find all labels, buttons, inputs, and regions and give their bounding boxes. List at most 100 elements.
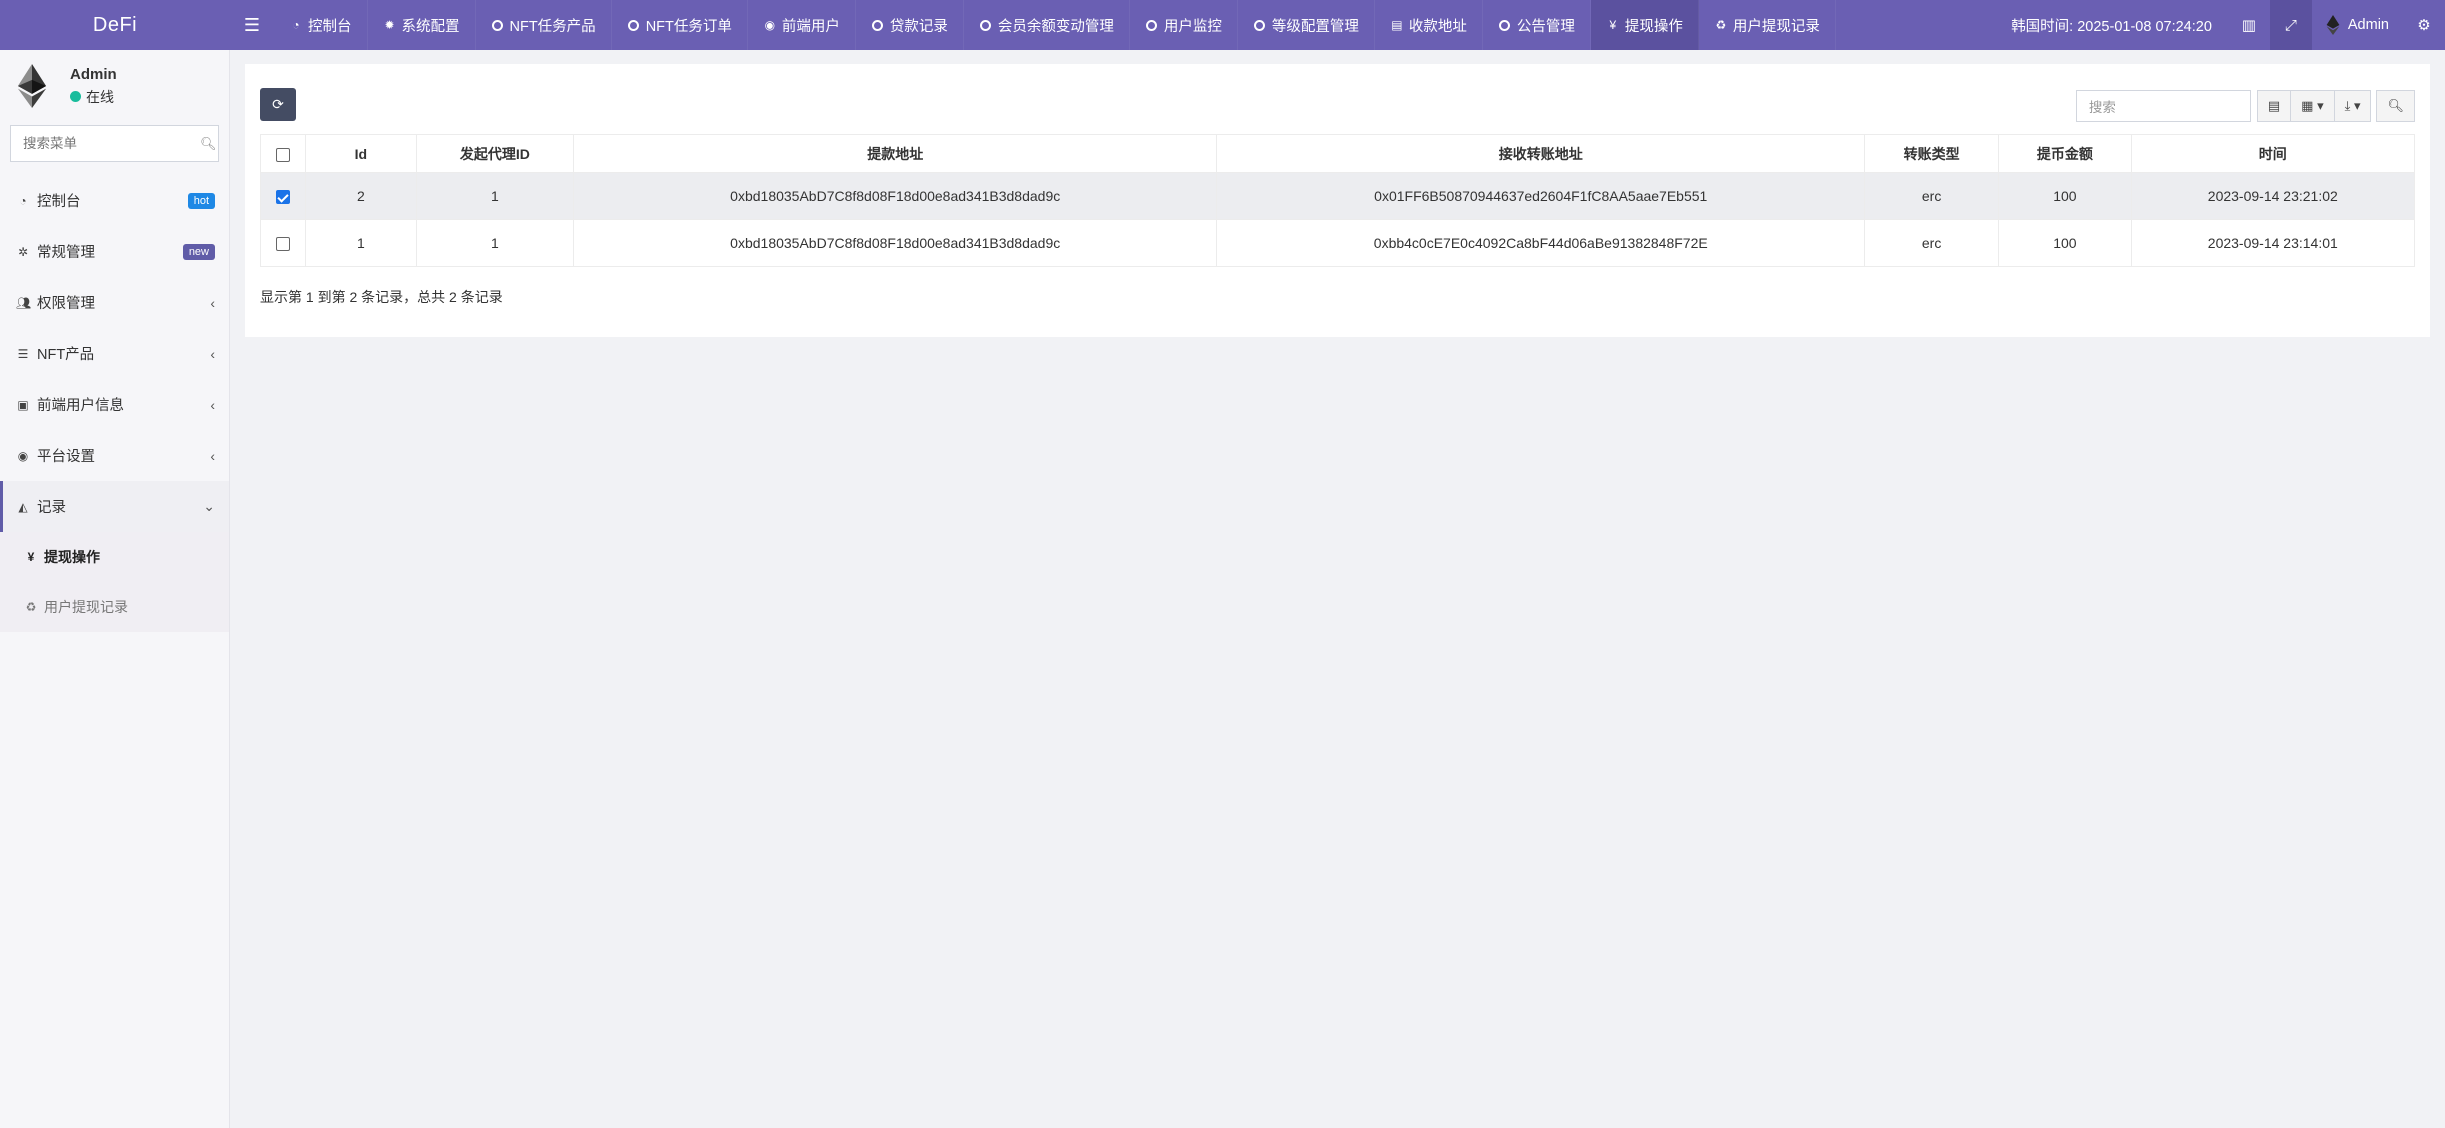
search-icon: 🔍︎	[2387, 98, 2404, 113]
toggle-view-button[interactable]: ▤	[2256, 90, 2292, 122]
records-submenu: ¥ 提现操作 ♻ 用户提现记录	[0, 532, 229, 632]
korea-time-clock: 韩国时间: 2025-01-08 07:24:20	[2011, 18, 2212, 35]
cell-time: 2023-09-14 23:14:01	[2130, 219, 2416, 267]
tab-user-withdraw-records[interactable]: ♻ 用户提现记录	[1699, 0, 1836, 50]
table-toolbar: ⟳ 搜索 ▤ ▦ ▾ ⤓ ▾ 🔍︎	[245, 64, 2430, 140]
circle-icon	[1145, 18, 1159, 32]
tab-nft-task-orders[interactable]: NFT任务订单	[612, 0, 748, 50]
dot-circle-icon: ◉	[17, 448, 29, 463]
cell-amount: 100	[1998, 219, 2132, 267]
user-panel: Admin 在线	[0, 50, 229, 122]
sidebar-item-general[interactable]: ✲ 常规管理 new	[0, 226, 229, 277]
tab-dashboard[interactable]: ◔ 控制台	[274, 0, 368, 50]
table-row[interactable]: 2 1 0xbd18035AbD7C8f8d08F18d00e8ad341B3d…	[260, 172, 2416, 220]
grid-icon: ▦ ▾	[2301, 98, 2324, 113]
menu-search-input[interactable]	[23, 136, 200, 151]
avatar-ethereum-icon	[2326, 15, 2340, 35]
cell-time: 2023-09-14 23:21:02	[2130, 172, 2416, 220]
trash-icon: ▥	[2241, 17, 2256, 34]
cell-transfer-type: erc	[1864, 172, 2000, 220]
tab-nft-task-products[interactable]: NFT任务产品	[476, 0, 612, 50]
tab-system-config[interactable]: ✹ 系统配置	[368, 0, 476, 50]
tab-frontend-users[interactable]: ◉ 前端用户	[748, 0, 856, 50]
sidebar-toggle-button[interactable]: ☰	[230, 0, 274, 50]
cell-id: 2	[304, 172, 417, 220]
circle-icon	[1253, 18, 1267, 32]
gears-icon: ⚙	[2417, 17, 2431, 34]
column-header-agent-id[interactable]: 发起代理ID	[415, 134, 574, 173]
user-status: 在线	[70, 87, 117, 107]
top-navbar: DeFi ☰ ◔ 控制台 ✹ 系统配置 NFT任务产品 NFT任务订单 ◉ 前端用户 …	[0, 0, 2445, 50]
circle-icon	[1498, 18, 1512, 32]
dashboard-icon: ◔	[292, 18, 300, 32]
settings-button[interactable]: ⚙	[2403, 0, 2445, 50]
row-checkbox[interactable]	[275, 237, 290, 252]
sidebar-user-name: Admin	[70, 65, 117, 83]
table-search-input[interactable]: 搜索	[2075, 90, 2251, 122]
column-header-id[interactable]: Id	[304, 134, 417, 173]
user-menu[interactable]: Admin	[2312, 0, 2403, 50]
select-all-checkbox[interactable]	[275, 147, 290, 162]
hot-badge: hot	[187, 192, 215, 209]
refresh-button[interactable]: ⟳	[260, 88, 296, 121]
chevron-down-icon: ⌄	[203, 498, 215, 514]
sidebar-item-platform-settings[interactable]: ◉ 平台设置 ‹	[0, 430, 229, 481]
online-dot-icon	[70, 91, 81, 102]
sidebar-item-nft-products[interactable]: ☰ NFT产品 ‹	[0, 328, 229, 379]
tab-announcements[interactable]: 公告管理	[1483, 0, 1591, 50]
yen-icon: ¥	[1609, 18, 1617, 32]
cell-agent-id: 1	[415, 172, 574, 220]
download-icon: ⤓ ▾	[2344, 98, 2361, 113]
search-button[interactable]: 🔍︎	[2376, 90, 2415, 122]
brand-logo[interactable]: DeFi	[0, 0, 230, 50]
yen-icon: ¥	[27, 550, 35, 564]
user-circle-icon: ◉	[764, 18, 776, 32]
card-icon: ▤	[1391, 18, 1403, 32]
recycle-icon: ♻	[1715, 18, 1727, 32]
expand-icon: ⤢	[2284, 16, 2297, 34]
gear-icon: ✹	[384, 18, 395, 32]
circle-icon	[979, 18, 993, 32]
list-icon: ☰	[17, 346, 29, 361]
fullscreen-button[interactable]: ⤢	[2269, 0, 2312, 50]
row-checkbox[interactable]	[275, 190, 290, 205]
sidebar-item-permissions[interactable]: 👥︎ 权限管理 ‹	[0, 277, 229, 328]
cell-withdraw-address: 0xbd18035AbD7C8f8d08F18d00e8ad341B3d8dad…	[572, 172, 1218, 220]
tab-user-monitor[interactable]: 用户监控	[1130, 0, 1238, 50]
columns-button[interactable]: ▦ ▾	[2291, 90, 2335, 122]
area-chart-icon: ◭	[18, 499, 28, 514]
chevron-left-icon: ‹	[210, 294, 215, 311]
row-select-cell	[260, 219, 306, 267]
sidebar-subitem-user-withdraw-records[interactable]: ♻ 用户提现记录	[0, 582, 229, 632]
column-header-receive-address[interactable]: 接收转账地址	[1216, 134, 1866, 173]
column-header-time[interactable]: 时间	[2130, 134, 2416, 173]
sidebar-subitem-withdraw-operation[interactable]: ¥ 提现操作	[0, 532, 229, 582]
circle-icon	[627, 18, 641, 32]
sidebar-menu: ◔ 控制台 hot ✲ 常规管理 new 👥︎ 权限管理 ‹ ☰ NFT产品 ‹…	[0, 175, 229, 632]
ethereum-logo-icon	[17, 64, 47, 108]
search-icon[interactable]: 🔍︎	[200, 136, 217, 152]
sidebar-item-records[interactable]: ◭ 记录 ⌄	[0, 481, 229, 532]
hamburger-icon: ☰	[243, 14, 261, 35]
cell-id: 1	[304, 219, 417, 267]
table-row[interactable]: 1 1 0xbd18035AbD7C8f8d08F18d00e8ad341B3d…	[260, 219, 2416, 267]
column-header-transfer-type[interactable]: 转账类型	[1864, 134, 2000, 173]
sidebar-item-dashboard[interactable]: ◔ 控制台 hot	[0, 175, 229, 226]
circle-icon	[491, 18, 505, 32]
clear-cache-button[interactable]: ▥	[2228, 0, 2270, 50]
tab-loan-records[interactable]: 贷款记录	[856, 0, 964, 50]
cell-receive-address: 0x01FF6B50870944637ed2604F1fC8AA5aae7Eb5…	[1216, 172, 1866, 220]
tab-level-config[interactable]: 等级配置管理	[1238, 0, 1375, 50]
sidebar-item-frontend-user-info[interactable]: ▣ 前端用户信息 ‹	[0, 379, 229, 430]
tab-payment-address[interactable]: ▤ 收款地址	[1375, 0, 1483, 50]
tab-member-balance[interactable]: 会员余额变动管理	[964, 0, 1130, 50]
column-header-withdraw-address[interactable]: 提款地址	[572, 134, 1218, 173]
column-header-amount[interactable]: 提币金额	[1998, 134, 2132, 173]
tab-withdraw-operation[interactable]: ¥ 提现操作	[1590, 0, 1699, 50]
main-panel: ⟳ 搜索 ▤ ▦ ▾ ⤓ ▾ 🔍︎ Id 发起代理ID 提款地址 接收转账地址 …	[245, 64, 2430, 337]
chevron-left-icon: ‹	[210, 396, 215, 413]
table-header-row: Id 发起代理ID 提款地址 接收转账地址 转账类型 提币金额 时间	[260, 134, 2416, 173]
export-button[interactable]: ⤓ ▾	[2334, 90, 2372, 122]
dashboard-icon: ◔	[19, 193, 27, 208]
cell-agent-id: 1	[415, 219, 574, 267]
